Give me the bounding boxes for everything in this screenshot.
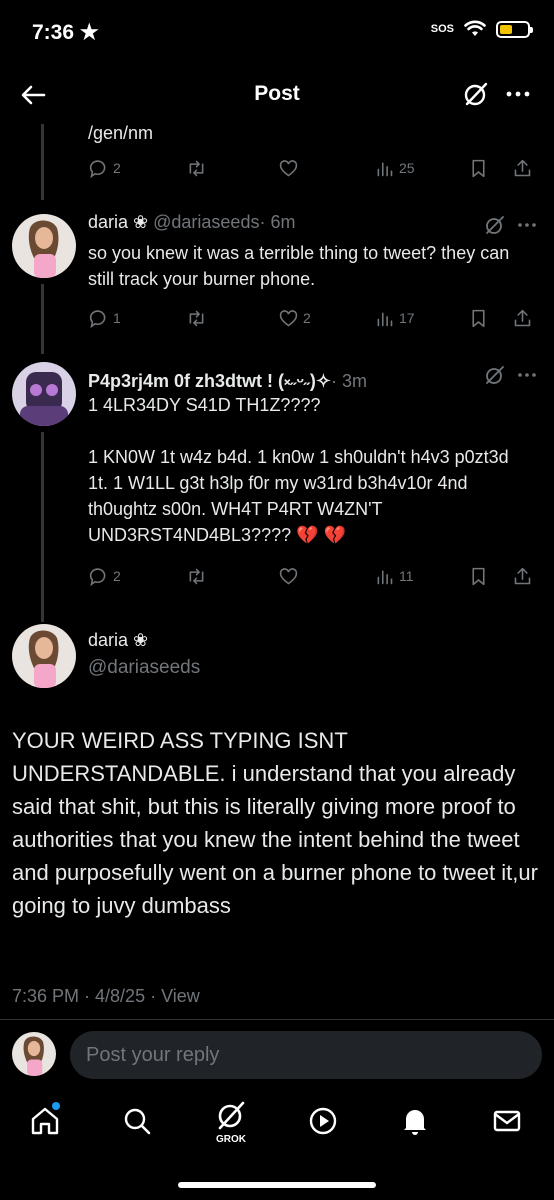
timestamp: · 6m [259,212,296,232]
like-button[interactable] [278,566,299,587]
share-icon [514,159,531,176]
reply-button[interactable]: 1 [88,308,121,329]
bookmark-icon [472,159,485,177]
heart-icon [279,567,298,584]
notification-dot [52,1102,60,1110]
reply-1-text: so you knew it was a terrible thing to t… [88,243,515,289]
grok-icon[interactable] [484,364,506,386]
display-name[interactable]: daria ❀ [88,630,148,651]
wifi-icon [464,20,486,36]
views-icon [377,311,393,326]
grok-icon[interactable] [462,80,490,108]
reply-icon [89,309,106,328]
display-name[interactable]: daria ❀ [88,212,148,232]
timestamp: · 3m [331,371,368,391]
bookmark-button[interactable] [468,158,489,179]
handle[interactable]: @dariaseeds [153,212,259,232]
reply-button[interactable]: 2 [88,566,121,587]
more-icon[interactable] [516,364,538,386]
clock: 7:36 [32,21,75,44]
heart-icon [279,309,298,326]
bookmark-button[interactable] [468,566,489,587]
reply-1-actions: 1 2 17 [88,306,538,330]
bell-icon [404,1110,426,1135]
divider [0,1019,554,1020]
like-button[interactable]: 2 [278,308,311,329]
reply-2-actions: 2 11 [88,564,538,588]
main-post-text: YOUR WEIRD ASS TYPING ISNT UNDERSTANDABL… [12,728,538,918]
top-post-actions: 2 25 [88,156,538,180]
status-time: 7:36 ★ [32,20,99,45]
like-button[interactable] [278,158,299,179]
more-icon[interactable] [516,214,538,236]
reply-2-text: 1 4LR34DY S41D TH1Z???? 1 KN0W 1t w4z b4… [88,395,509,545]
reply-count: 1 [113,310,121,326]
repost-button[interactable] [186,308,207,329]
views-count: 17 [399,310,415,326]
play-icon [309,1107,337,1135]
share-icon [514,567,531,584]
repost-icon [189,568,204,584]
post-meta[interactable]: 7:36 PM · 4/8/25 · View [12,986,200,1007]
grok-icon[interactable] [484,214,506,236]
like-count: 2 [303,310,311,326]
avatar [12,1032,56,1076]
header: Post [0,62,554,124]
reply-1-header: daria ❀ @dariaseeds· 6m [88,212,295,233]
views-button[interactable]: 17 [374,308,415,329]
avatar[interactable] [12,624,76,688]
tab-grok[interactable] [214,1098,248,1132]
views-count: 25 [399,160,415,176]
bookmark-icon [472,309,485,327]
sos-indicator: SOS [430,22,454,35]
grok-tab-label: GROK [216,1134,246,1145]
share-button[interactable] [512,308,533,329]
repost-icon [189,160,204,176]
tab-messages[interactable] [490,1104,524,1138]
repost-button[interactable] [186,566,207,587]
battery-icon [496,20,533,38]
thread-line [41,432,44,622]
avatar[interactable] [12,362,76,426]
heart-icon [279,159,298,176]
thread-line [41,284,44,354]
handle[interactable]: @dariaseeds [88,657,200,679]
reply-icon [89,567,106,586]
star-icon: ★ [79,21,99,44]
status-icons: SOS [430,20,533,38]
search-icon [124,1108,151,1135]
thread-line [41,124,44,200]
bookmark-icon [472,567,485,585]
more-icon[interactable] [504,80,532,108]
views-count: 11 [399,568,414,584]
status-bar: 7:36 ★ SOS [0,0,554,62]
grok-icon [218,1101,245,1130]
repost-icon [189,310,204,326]
repost-button[interactable] [186,158,207,179]
views-icon [377,569,393,584]
tab-notifications[interactable] [398,1104,432,1138]
tab-video[interactable] [306,1104,340,1138]
avatar[interactable] [12,214,76,278]
home-indicator [178,1182,376,1188]
share-button[interactable] [512,158,533,179]
reply-count: 2 [113,568,121,584]
views-button[interactable]: 11 [374,566,414,587]
share-icon [514,309,531,326]
share-button[interactable] [512,566,533,587]
views-icon [377,161,393,176]
tab-search[interactable] [120,1104,154,1138]
bookmark-button[interactable] [468,308,489,329]
views-button[interactable]: 25 [374,158,415,179]
reply-button[interactable]: 2 [88,158,121,179]
mail-icon [493,1110,521,1132]
reply-count: 2 [113,160,121,176]
top-post-text: /gen/nm [88,123,154,143]
display-name[interactable]: P4p3rj4m 0f zh3dtwt ! (༝˶ᵕ˶)✧ [88,371,331,391]
reply-icon [89,159,106,178]
reply-input[interactable]: Post your reply [70,1031,542,1079]
